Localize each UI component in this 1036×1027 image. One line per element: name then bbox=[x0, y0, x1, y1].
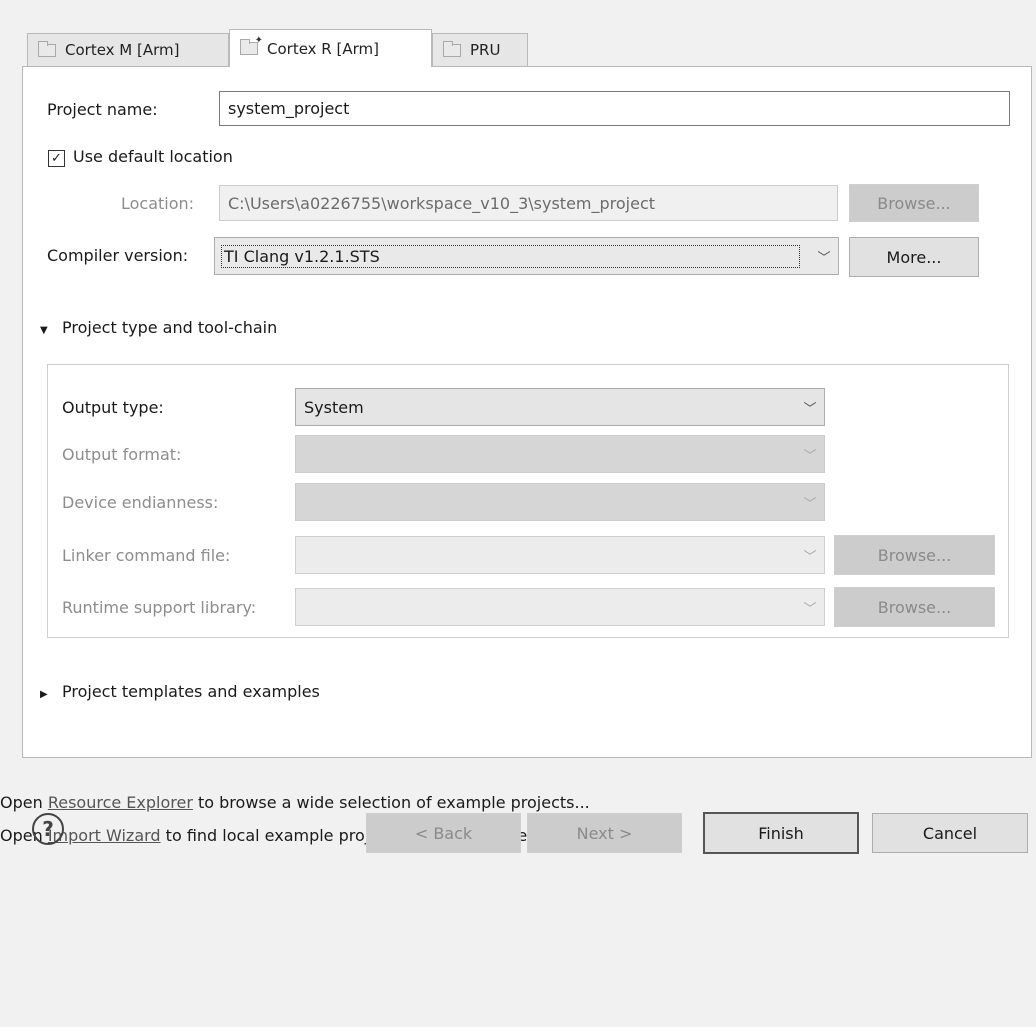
tab-label: PRU bbox=[470, 41, 501, 59]
templates-section-toggle[interactable]: ▶ Project templates and examples bbox=[40, 682, 320, 701]
chevron-down-icon: ﹀ bbox=[803, 601, 817, 617]
output-format-label: Output format: bbox=[62, 445, 182, 464]
chevron-down-icon: ﹀ bbox=[803, 496, 817, 512]
folder-icon bbox=[443, 40, 461, 57]
compiler-version-label: Compiler version: bbox=[47, 246, 189, 265]
use-default-location-label: Use default location bbox=[73, 147, 233, 166]
tab-cortex-r[interactable]: ✦ Cortex R [Arm] bbox=[229, 29, 432, 67]
location-browse-button[interactable]: Browse... bbox=[849, 184, 979, 222]
resource-explorer-link[interactable]: Resource Explorer bbox=[48, 793, 193, 812]
runtime-support-library-select[interactable]: ﹀ bbox=[295, 588, 825, 626]
finish-button[interactable]: Finish bbox=[703, 812, 859, 854]
next-button[interactable]: Next > bbox=[527, 813, 682, 853]
tab-pru[interactable]: PRU bbox=[432, 33, 528, 66]
resource-explorer-line: Open Resource Explorer to browse a wide … bbox=[0, 793, 590, 812]
tab-cortex-m[interactable]: Cortex M [Arm] bbox=[27, 33, 229, 66]
linker-browse-button[interactable]: Browse... bbox=[834, 535, 995, 575]
compiler-version-value: TI Clang v1.2.1.STS bbox=[221, 244, 800, 268]
output-type-value: System bbox=[304, 397, 364, 417]
toolchain-section-label: Project type and tool-chain bbox=[62, 318, 278, 337]
folder-new-icon: ✦ bbox=[240, 35, 263, 55]
tab-label: Cortex R [Arm] bbox=[267, 39, 379, 58]
output-type-label: Output type: bbox=[62, 398, 164, 417]
import-wizard-link[interactable]: Import Wizard bbox=[48, 826, 161, 845]
device-endianness-select[interactable]: ﹀ bbox=[295, 483, 825, 521]
tab-label: Cortex M [Arm] bbox=[65, 41, 180, 59]
templates-section-label: Project templates and examples bbox=[62, 682, 320, 701]
cancel-button[interactable]: Cancel bbox=[872, 813, 1028, 853]
location-input[interactable]: C:\Users\a0226755\workspace_v10_3\system… bbox=[219, 185, 838, 221]
project-name-label: Project name: bbox=[47, 100, 158, 119]
triangle-down-icon: ▼ bbox=[40, 325, 48, 336]
folder-icon bbox=[38, 40, 56, 57]
runtime-support-library-label: Runtime support library: bbox=[62, 598, 257, 617]
chevron-down-icon: ﹀ bbox=[803, 549, 817, 565]
device-endianness-label: Device endianness: bbox=[62, 493, 219, 512]
location-label: Location: bbox=[121, 194, 195, 213]
project-name-input[interactable]: system_project bbox=[219, 91, 1010, 126]
toolchain-section-toggle[interactable]: ▼ Project type and tool-chain bbox=[40, 318, 277, 337]
help-icon[interactable]: ? bbox=[32, 813, 64, 845]
output-format-select[interactable]: ﹀ bbox=[295, 435, 825, 473]
output-type-select[interactable]: System ﹀ bbox=[295, 388, 825, 426]
use-default-location-checkbox[interactable]: ✓ bbox=[48, 150, 65, 167]
linker-command-file-label: Linker command file: bbox=[62, 546, 231, 565]
chevron-down-icon: ﹀ bbox=[817, 250, 831, 266]
linker-command-file-select[interactable]: ﹀ bbox=[295, 536, 825, 574]
compiler-version-select[interactable]: TI Clang v1.2.1.STS ﹀ bbox=[214, 237, 839, 275]
runtime-browse-button[interactable]: Browse... bbox=[834, 587, 995, 627]
more-button[interactable]: More... bbox=[849, 237, 979, 277]
back-button[interactable]: < Back bbox=[366, 813, 521, 853]
chevron-down-icon: ﹀ bbox=[803, 401, 817, 417]
triangle-right-icon: ▶ bbox=[40, 689, 48, 700]
chevron-down-icon: ﹀ bbox=[803, 448, 817, 464]
